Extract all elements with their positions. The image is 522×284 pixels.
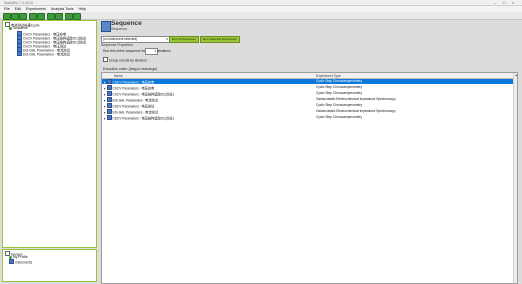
row-type: Cyclic Step Chronoamperometry [316, 91, 363, 95]
row-name-text: EIS-GAL Parameters - 电流测试 [112, 110, 158, 115]
row-type: Galvanostatic Electrochemical Impedance … [316, 109, 396, 113]
sequence-grid: Name Experiment Type ▸ CSCV Parameters -… [101, 72, 518, 284]
row-type: Galvanostatic Electrochemical Impedance … [316, 97, 396, 101]
experiment-icon [106, 115, 112, 120]
sequence-icon [9, 26, 12, 30]
sequence-logo-icon [101, 21, 111, 32]
chevron-down-icon: ▾ [166, 37, 168, 41]
run-all-sequence-button[interactable]: Run All Sequence [169, 36, 199, 43]
row-name-text: CSCV Parameters - 电压结构追踪DC(测试) [112, 116, 174, 121]
chart-icon[interactable] [73, 13, 81, 20]
table-row[interactable]: ▸ CSCV Parameters - 电压测试 Cyclic Step Chr… [102, 103, 517, 109]
paste-icon[interactable] [37, 13, 45, 20]
experiment-tree-panel: 电池测试结果2.pstx Sequence CSCV Parameters - … [2, 20, 97, 248]
iterations-label: iterations [157, 49, 171, 53]
tree-item-label: EIS-GAL Parameters - 电流测试 [23, 52, 70, 57]
checkbox-icon [103, 57, 108, 62]
row-type: Cyclic Step Chronoamperometry [316, 115, 363, 119]
devices-item[interactable]: Instruments [9, 259, 32, 265]
instrument-select-value: (no instrument selected) [103, 37, 138, 41]
sequence-properties-label: Sequence Properties [101, 43, 133, 47]
run-selected-experiment-button[interactable]: Run Selected Experiment [200, 36, 241, 43]
row-name-text: CSCV Parameters - 电压充电 [112, 86, 155, 91]
row-name-text: CSCV Parameters - 电压测试 [112, 104, 155, 109]
experiment-icon [106, 97, 112, 102]
group-by-iteration-label: Group results by iteration [109, 58, 147, 63]
menu-analysis-tools[interactable]: Analysis Tools [51, 7, 74, 11]
experiment-icon [106, 91, 112, 96]
tree-sequence-label: Sequence [13, 26, 28, 30]
stop-icon[interactable] [55, 13, 63, 20]
devices-item-label: Instruments [15, 260, 33, 265]
scroll-up-icon[interactable]: ▴ [515, 73, 517, 77]
menu-file[interactable]: File [4, 7, 10, 11]
row-type: Cyclic Step Chronoamperometry [316, 85, 363, 89]
menu-edit[interactable]: Edit [15, 7, 21, 11]
row-name-text: CSCV Parameters - 电压充电 [112, 80, 155, 85]
tree-item[interactable]: EIS-GAL Parameters - 电流测试 [17, 51, 70, 57]
experiment-icon [106, 109, 112, 114]
row-name-text: CSCV Parameters - 电压结构追踪DC(测试) [112, 92, 174, 97]
experiment-icon [106, 85, 112, 90]
experiment-icon [106, 79, 112, 84]
row-name: ▸ CSCV Parameters - 电压结构追踪DC(测试) [104, 115, 174, 121]
new-icon[interactable] [3, 13, 11, 20]
window-title: MainWin 7.0.0010 [4, 1, 33, 5]
table-row[interactable]: ▸ CSCV Parameters - 电压结构追踪DC(测试) Cyclic … [102, 115, 517, 121]
page-title: Sequence [111, 20, 142, 27]
table-row[interactable]: ▸ CSCV Parameters - 电压充电 Cyclic Step Chr… [102, 85, 517, 91]
open-icon[interactable] [11, 13, 19, 20]
instrument-select[interactable]: (no instrument selected) ▾ [101, 36, 170, 43]
save-icon[interactable] [19, 13, 27, 20]
menu-help[interactable]: Help [79, 7, 86, 11]
instrument-icon [9, 259, 14, 264]
column-header-type[interactable]: Experiment Type [316, 74, 341, 78]
table-row[interactable]: ▸ CSCV Parameters - 电压充电 Cyclic Step Chr… [102, 79, 517, 85]
tree-sequence[interactable]: Sequence [9, 26, 28, 30]
row-type: Cyclic Step Chronoamperometry [316, 79, 363, 83]
group-by-iteration-checkbox[interactable]: Group results by iteration [103, 57, 147, 63]
experiment-icon [17, 51, 22, 56]
page-subtitle: Sequence [111, 27, 128, 31]
run-icon[interactable] [47, 13, 55, 20]
settings-icon[interactable] [65, 13, 73, 20]
copy-icon[interactable] [29, 13, 37, 20]
toolbar [0, 12, 522, 20]
minimize-button[interactable]: – [494, 1, 496, 5]
column-header-name[interactable]: Name [114, 74, 123, 78]
grid-scrollbar[interactable]: ▴ [513, 73, 517, 283]
maximize-button[interactable]: □ [503, 1, 505, 5]
execution-order-label: Execution order: (drag to rearrange) [103, 67, 158, 71]
experiment-icon [106, 103, 112, 108]
table-row[interactable]: ▸ CSCV Parameters - 电压结构追踪DC(测试) Cyclic … [102, 91, 517, 97]
run-label: Run this entire sequence for [103, 49, 146, 53]
menu-experiments[interactable]: Experiments [26, 7, 46, 11]
row-name-text: EIS-GAL Parameters - 电流测试 [112, 98, 158, 103]
table-row[interactable]: ▸ EIS-GAL Parameters - 电流测试 Galvanostati… [102, 109, 517, 115]
close-button[interactable]: × [512, 1, 514, 5]
row-type: Cyclic Step Chronoamperometry [316, 103, 363, 107]
table-row[interactable]: ▸ EIS-GAL Parameters - 电流测试 Galvanostati… [102, 97, 517, 103]
devices-panel: Devices My Profile Instruments [2, 249, 97, 282]
